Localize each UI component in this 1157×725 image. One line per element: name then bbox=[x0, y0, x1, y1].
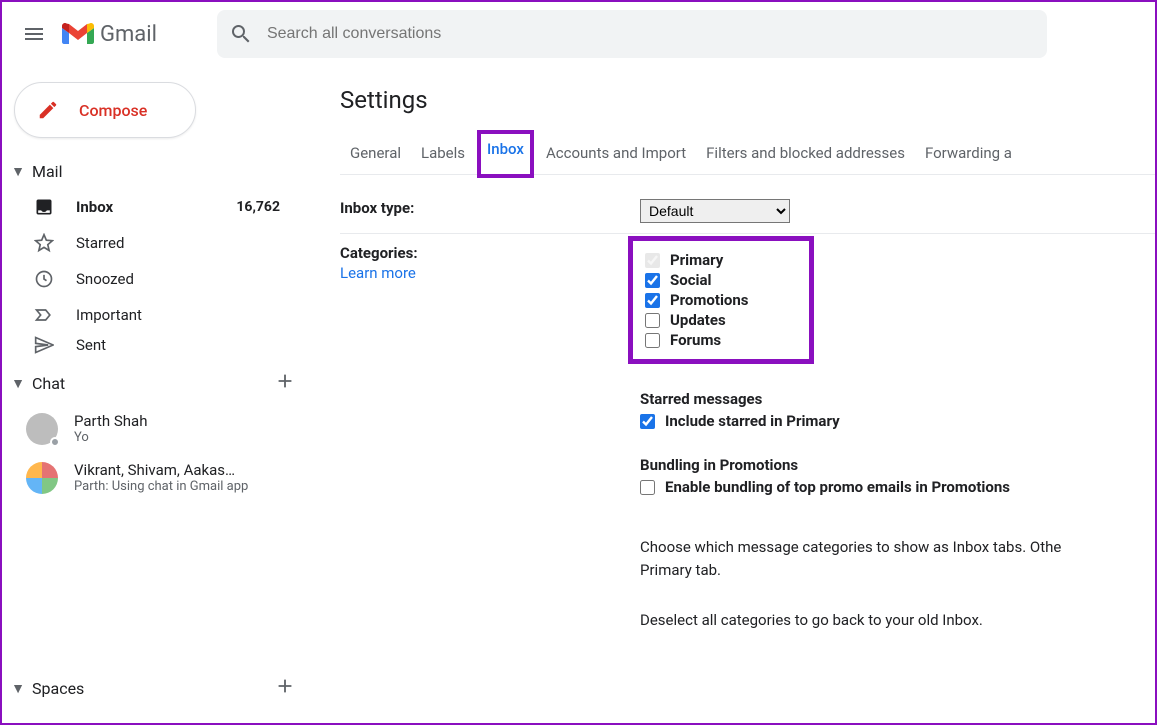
inbox-type-select[interactable]: Default bbox=[640, 199, 790, 223]
new-space-button[interactable] bbox=[274, 675, 296, 701]
spaces-section-header[interactable]: ▼ Spaces bbox=[2, 667, 312, 709]
settings-tabs: General Labels Inbox Accounts and Import… bbox=[340, 134, 1155, 175]
pencil-icon bbox=[37, 99, 59, 121]
categories-label: Categories: bbox=[340, 244, 418, 262]
presence-indicator bbox=[50, 437, 60, 447]
tab-forwarding[interactable]: Forwarding a bbox=[915, 134, 1022, 174]
checkbox-updates[interactable] bbox=[645, 313, 660, 328]
clock-icon bbox=[32, 269, 56, 289]
main-menu-button[interactable] bbox=[10, 10, 58, 58]
nav-starred[interactable]: Starred bbox=[2, 225, 300, 261]
tab-inbox[interactable]: Inbox bbox=[477, 130, 534, 178]
group-avatar bbox=[26, 462, 58, 494]
star-icon bbox=[32, 233, 56, 253]
hamburger-icon bbox=[22, 22, 46, 46]
compose-label: Compose bbox=[79, 101, 147, 120]
inbox-icon bbox=[32, 197, 56, 217]
tab-filters[interactable]: Filters and blocked addresses bbox=[696, 134, 915, 174]
search-bar[interactable] bbox=[217, 10, 1047, 58]
search-input[interactable] bbox=[267, 25, 1035, 43]
learn-more-link[interactable]: Learn more bbox=[340, 264, 640, 282]
checkbox-social[interactable] bbox=[645, 273, 660, 288]
categories-highlight-box: Primary Social Promotions Updates Forums bbox=[628, 236, 814, 364]
chat-item-0[interactable]: Parth Shah Yo bbox=[2, 404, 312, 453]
checkbox-enable-bundling[interactable] bbox=[640, 480, 655, 495]
send-icon bbox=[32, 335, 56, 355]
checkbox-promotions[interactable] bbox=[645, 293, 660, 308]
nav-sent[interactable]: Sent bbox=[2, 333, 300, 357]
page-title: Settings bbox=[340, 86, 1155, 114]
tab-accounts[interactable]: Accounts and Import bbox=[536, 134, 696, 174]
new-chat-button[interactable] bbox=[274, 370, 296, 396]
nav-snoozed[interactable]: Snoozed bbox=[2, 261, 300, 297]
tab-general[interactable]: General bbox=[340, 134, 411, 174]
nav-inbox[interactable]: Inbox 16,762 bbox=[2, 189, 300, 225]
chat-section-header[interactable]: ▼ Chat bbox=[2, 361, 312, 404]
chat-item-1[interactable]: Vikrant, Shivam, Aakas… Parth: Using cha… bbox=[2, 453, 312, 502]
nav-important[interactable]: Important bbox=[2, 297, 300, 333]
compose-button[interactable]: Compose bbox=[14, 82, 196, 138]
important-icon bbox=[32, 305, 56, 325]
caret-down-icon: ▼ bbox=[8, 680, 28, 697]
gmail-logo-icon bbox=[62, 22, 94, 46]
gmail-logo[interactable]: Gmail bbox=[62, 22, 157, 47]
categories-help-text: Choose which message categories to show … bbox=[640, 536, 1155, 632]
inbox-type-label: Inbox type: bbox=[340, 199, 640, 223]
starred-messages-heading: Starred messages bbox=[640, 390, 1155, 408]
caret-down-icon: ▼ bbox=[8, 375, 28, 392]
tab-labels[interactable]: Labels bbox=[411, 134, 475, 174]
checkbox-include-starred[interactable] bbox=[640, 414, 655, 429]
gmail-logo-text: Gmail bbox=[100, 22, 157, 47]
checkbox-forums[interactable] bbox=[645, 333, 660, 348]
bundling-heading: Bundling in Promotions bbox=[640, 456, 1155, 474]
caret-down-icon: ▼ bbox=[8, 163, 28, 180]
checkbox-primary bbox=[645, 253, 660, 268]
mail-section-header[interactable]: ▼ Mail bbox=[2, 154, 312, 189]
search-icon bbox=[229, 22, 253, 46]
